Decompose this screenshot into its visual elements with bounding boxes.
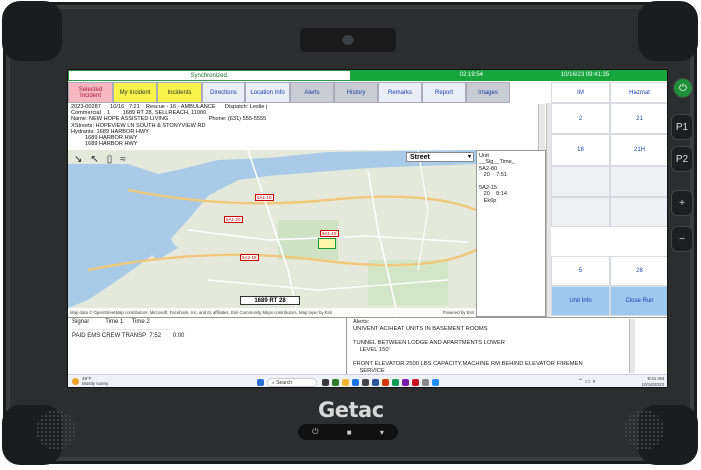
status-bar: Synchronized. 02:19:54 10/16/23 09:41:35 <box>68 70 667 81</box>
clock-date: 10/16/2023 <box>641 381 664 387</box>
signal-table: Signal Time 1 Time 2 ___________________… <box>68 317 346 374</box>
grid-cell-empty[interactable] <box>610 166 667 197</box>
p2-button[interactable]: P2 <box>671 146 693 172</box>
taskbar: 49°F Mostly sunny ⌕ Search ⌃ ▭ ◖ 9:41 AM… <box>68 374 667 387</box>
current-datetime: 10/16/23 09:41:35 <box>501 70 667 81</box>
taskbar-search[interactable]: ⌕ Search <box>267 378 317 387</box>
unit-status-panel: Unit __Sig__Time_ 5A2-80 20 7:51 5A2-15 … <box>476 150 546 317</box>
speaker-grille <box>624 410 664 450</box>
address-label: 1689 RT 28 <box>240 296 300 305</box>
signal-divider: ________________________________________… <box>72 325 170 330</box>
tab-report[interactable]: Report <box>422 82 466 103</box>
app-icon[interactable] <box>412 379 419 386</box>
weather-desc: Mostly sunny <box>82 381 109 386</box>
grid-cell[interactable]: 21 <box>610 103 667 134</box>
route-icon[interactable]: ≈ <box>120 154 126 165</box>
app-icon[interactable] <box>382 379 389 386</box>
close-run-button[interactable]: Close Run <box>610 286 667 316</box>
file-explorer-icon[interactable] <box>342 379 349 386</box>
tab-alerts[interactable]: Alerts <box>290 82 334 103</box>
hazmat-button[interactable]: Hazmat <box>610 82 667 103</box>
power-icon[interactable]: ⏻ <box>312 427 318 437</box>
app-icon[interactable] <box>432 379 439 386</box>
tab-location-info[interactable]: Location Info <box>245 82 290 103</box>
window-icon[interactable]: ■ <box>347 428 352 437</box>
weather-widget[interactable]: 49°F Mostly sunny <box>82 376 108 386</box>
map-layer-select[interactable]: Street ▾ <box>406 152 474 162</box>
map-view[interactable]: Street ▾ ↘ ↖ ▯ ≈ 5A1-10 5A1-20 5A1-15 5A2… <box>68 150 476 317</box>
volume-down-button[interactable]: − <box>671 226 693 252</box>
search-placeholder: Search <box>276 380 293 386</box>
start-icon[interactable] <box>257 379 264 386</box>
incident-details: 2023-00287 10/16 7:21 Rescue - 16 - AMBU… <box>71 104 268 148</box>
app-icon[interactable] <box>332 379 339 386</box>
unit-marker[interactable]: 5A2-15 <box>240 254 259 261</box>
incident-location-icon[interactable] <box>318 238 336 249</box>
system-tray[interactable]: ⌃ ▭ ◖ <box>578 378 596 385</box>
tab-remarks[interactable]: Remarks <box>378 82 422 103</box>
unit-info-button[interactable]: Unit Info <box>551 286 610 316</box>
signal-row[interactable]: PAID EMS CREW TRANSP 7:52 0:00 <box>72 333 342 339</box>
chevron-down-icon: ▾ <box>467 154 471 160</box>
screen: Synchronized. 02:19:54 10/16/23 09:41:35… <box>67 69 668 388</box>
zoom-out-arrow-icon[interactable]: ↖ <box>90 154 98 165</box>
attribution-text: Map data © OpenStreetMap contributors, M… <box>70 310 333 315</box>
unit-marker[interactable]: 5A1-20 <box>224 216 243 223</box>
app-icon[interactable] <box>362 379 369 386</box>
webcam <box>300 28 396 52</box>
corner-bumper <box>638 1 698 61</box>
action-grid: IM Hazmat 2 21 18 21H 5 28 Unit Info Clo… <box>551 82 667 316</box>
power-button[interactable]: ⏻ <box>673 78 693 98</box>
grid-cell[interactable]: 5 <box>551 256 610 286</box>
grid-cell[interactable]: 2 <box>551 103 610 134</box>
tab-history[interactable]: History <box>334 82 378 103</box>
app-icon[interactable] <box>422 379 429 386</box>
taskbar-clock[interactable]: 9:41 AM 10/16/2023 <box>624 376 664 387</box>
alerts-panel: Alerts: UNIVENT AC/HEAT UNITS IN BASEMEN… <box>346 317 667 374</box>
elapsed-time: 02:19:54 <box>351 70 501 81</box>
sync-status: Synchronized. <box>68 70 351 81</box>
tab-incidents[interactable]: Incidents <box>157 82 202 103</box>
unit-marker[interactable]: 5A1-10 <box>255 194 274 201</box>
app-icon[interactable] <box>402 379 409 386</box>
tab-bar: Selected Incident My Incident Incidents … <box>68 82 510 103</box>
grid-cell-empty[interactable] <box>551 166 610 197</box>
incident-scrollbar[interactable] <box>538 104 545 150</box>
speaker-grille <box>36 410 76 450</box>
zoom-in-arrow-icon[interactable]: ↘ <box>74 154 82 165</box>
camera-lens <box>342 35 354 45</box>
grid-cell[interactable]: 18 <box>551 134 610 166</box>
unit-marker[interactable]: 5A1-15 <box>320 230 339 237</box>
im-button[interactable]: IM <box>551 82 610 103</box>
map-layer-value: Street <box>410 154 430 161</box>
task-view-icon[interactable] <box>322 379 329 386</box>
grid-cell[interactable]: 28 <box>610 256 667 286</box>
app-icon[interactable] <box>372 379 379 386</box>
grid-cell-empty[interactable] <box>551 197 610 227</box>
bottom-control-bar: ⏻ ■ ▾ <box>298 424 398 440</box>
wifi-icon[interactable]: ▾ <box>380 428 384 437</box>
alerts-scrollbar[interactable] <box>629 319 635 373</box>
p1-button[interactable]: P1 <box>671 114 693 140</box>
tab-selected-incident[interactable]: Selected Incident <box>68 82 113 103</box>
brand-logo: Getac <box>318 398 384 422</box>
tab-my-incident[interactable]: My Incident <box>113 82 157 103</box>
map-attribution: Map data © OpenStreetMap contributors, M… <box>68 308 476 317</box>
volume-up-button[interactable]: + <box>671 190 693 216</box>
edge-icon[interactable] <box>352 379 359 386</box>
map-canvas <box>68 150 476 317</box>
grid-cell-empty[interactable] <box>610 197 667 227</box>
tab-images[interactable]: Images <box>466 82 510 103</box>
map-toolbar: ↘ ↖ ▯ ≈ <box>74 154 126 165</box>
weather-icon[interactable] <box>72 378 79 385</box>
layer-icon[interactable]: ▯ <box>107 154 113 165</box>
tab-directions[interactable]: Directions <box>202 82 245 103</box>
app-icon[interactable] <box>392 379 399 386</box>
powered-by: Powered by Esri <box>442 310 474 315</box>
grid-cell[interactable]: 21H <box>610 134 667 166</box>
corner-bumper <box>2 1 62 61</box>
